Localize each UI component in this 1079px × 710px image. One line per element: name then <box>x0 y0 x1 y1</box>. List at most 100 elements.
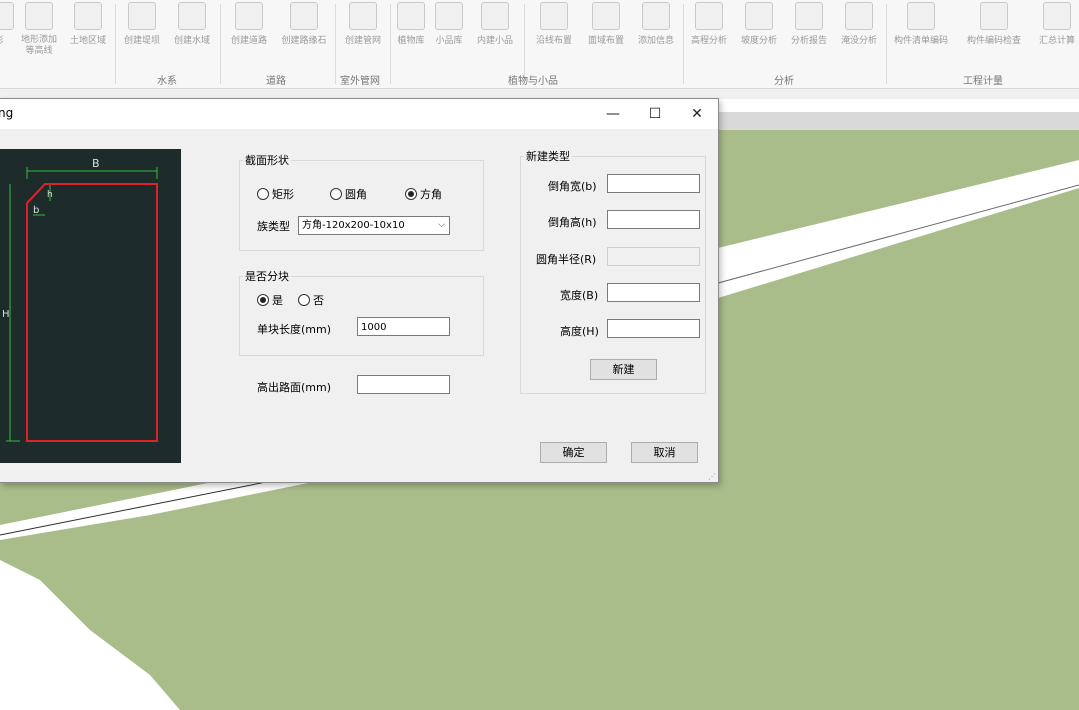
block-group <box>239 276 484 356</box>
ribbon-separator <box>115 4 116 84</box>
plant-library-icon <box>397 2 425 30</box>
block-length-input[interactable]: 1000 <box>357 317 450 336</box>
ribbon-separator <box>335 4 336 84</box>
curb-dialog: ng — ☐ ✕ B h b H 截面形状 矩形 圆角 方角 族类型 方角-12… <box>0 98 719 483</box>
ribbon-button-in-place-feature[interactable]: 内建小品 <box>471 2 519 68</box>
ribbon-button-plant-library[interactable]: 植物库 <box>393 2 429 68</box>
area-layout-icon <box>592 2 620 30</box>
ribbon-button-terrain[interactable]: 形 <box>0 2 14 68</box>
pipe-network-icon <box>349 2 377 30</box>
ribbon-group-quantity: 工程计量 <box>963 76 1003 87</box>
chamfer-width-input[interactable] <box>607 174 700 193</box>
ribbon-button-summary[interactable]: 汇总计算 <box>1034 2 1079 68</box>
block-title: 是否分块 <box>243 268 291 284</box>
dim-label-b-small: b <box>33 205 39 216</box>
ribbon-group-road: 道路 <box>266 76 286 87</box>
contour-icon <box>25 2 53 30</box>
chamfer-height-label: 倒角高(h) <box>548 216 597 229</box>
cancel-button[interactable]: 取消 <box>631 442 698 463</box>
flood-analysis-icon <box>845 2 873 30</box>
embankment-icon <box>128 2 156 30</box>
dialog-titlebar[interactable]: ng — ☐ ✕ <box>0 99 718 129</box>
width-input[interactable] <box>607 283 700 302</box>
height-above-road-label: 高出路面(mm) <box>257 381 332 394</box>
line-layout-icon <box>540 2 568 30</box>
radio-block-yes[interactable]: 是 <box>257 292 283 308</box>
radio-dot <box>298 294 310 306</box>
radio-rect[interactable]: 矩形 <box>257 186 294 202</box>
new-type-button[interactable]: 新建 <box>590 359 657 380</box>
ribbon-toolbar: 形 地形添加等高线 土地区域 创建堤坝 创建水域 水系 创建道路 创建路缘石 道… <box>0 0 1079 89</box>
radio-dot-checked <box>405 188 417 200</box>
radio-block-no[interactable]: 否 <box>298 292 324 308</box>
radio-round[interactable]: 圆角 <box>330 186 367 202</box>
section-shape-title: 截面形状 <box>243 152 291 168</box>
chamfer-width-label: 倒角宽(b) <box>548 180 597 193</box>
ribbon-button-pipe-network[interactable]: 创建管网 <box>339 2 387 68</box>
elevation-analysis-icon <box>695 2 723 30</box>
ribbon-button-road[interactable]: 创建道路 <box>224 2 274 68</box>
ribbon-button-flood-analysis[interactable]: 淹没分析 <box>836 2 882 68</box>
code-check-icon <box>980 2 1008 30</box>
ok-button[interactable]: 确定 <box>540 442 607 463</box>
minimize-button[interactable]: — <box>592 99 634 129</box>
analysis-report-icon <box>795 2 823 30</box>
height-above-road-input[interactable] <box>357 375 450 394</box>
ribbon-group-water: 水系 <box>157 76 177 87</box>
radio-dot-checked <box>257 294 269 306</box>
ribbon-separator <box>390 4 391 84</box>
ribbon-button-area-layout[interactable]: 面域布置 <box>582 2 630 68</box>
radio-dot <box>257 188 269 200</box>
ribbon-separator <box>220 4 221 84</box>
fillet-radius-input[interactable] <box>607 247 700 266</box>
feature-library-icon <box>435 2 463 30</box>
section-preview: B h b H <box>0 149 181 463</box>
section-shape-group <box>239 160 484 251</box>
view-tab-strip <box>718 112 1079 130</box>
ribbon-button-slope-analysis[interactable]: 坡度分析 <box>736 2 782 68</box>
ribbon-button-component-list[interactable]: 构件清单编码 <box>890 2 952 68</box>
ribbon-button-add-info[interactable]: 添加信息 <box>632 2 680 68</box>
dim-label-h: H <box>2 309 10 320</box>
dim-label-b: B <box>92 157 100 170</box>
land-area-icon <box>74 2 102 30</box>
new-type-title: 新建类型 <box>524 148 572 164</box>
radio-chamfer[interactable]: 方角 <box>405 186 442 202</box>
road-icon <box>235 2 263 30</box>
ribbon-button-analysis-report[interactable]: 分析报告 <box>786 2 832 68</box>
ribbon-group-plants: 植物与小品 <box>508 76 558 87</box>
maximize-button[interactable]: ☐ <box>634 99 676 129</box>
dialog-title: ng <box>0 106 14 120</box>
block-length-label: 单块长度(mm) <box>257 323 332 336</box>
ribbon-button-elevation-analysis[interactable]: 高程分析 <box>686 2 732 68</box>
radio-dot <box>330 188 342 200</box>
curb-icon <box>290 2 318 30</box>
ribbon-button-feature-library[interactable]: 小品库 <box>431 2 467 68</box>
family-type-select[interactable]: 方角-120x200-10x10 ⌵ <box>298 216 450 235</box>
slope-analysis-icon <box>745 2 773 30</box>
ribbon-group-outdoor-pipe: 室外管网 <box>340 76 380 87</box>
height-label: 高度(H) <box>560 325 599 338</box>
ribbon-button-land-area[interactable]: 土地区域 <box>65 2 111 68</box>
water-area-icon <box>178 2 206 30</box>
ribbon-button-embankment[interactable]: 创建堤坝 <box>119 2 165 68</box>
ribbon-button-line-layout[interactable]: 沿线布置 <box>530 2 578 68</box>
summary-icon <box>1043 2 1071 30</box>
width-label: 宽度(B) <box>560 289 599 302</box>
ribbon-separator <box>886 4 887 84</box>
ribbon-button-add-contour[interactable]: 地形添加 等高线 <box>16 2 62 68</box>
height-input[interactable] <box>607 319 700 338</box>
close-button[interactable]: ✕ <box>676 99 718 129</box>
ribbon-button-curb[interactable]: 创建路缘石 <box>276 2 332 68</box>
ribbon-group-analysis: 分析 <box>774 76 794 87</box>
chamfer-height-input[interactable] <box>607 210 700 229</box>
in-place-feature-icon <box>481 2 509 30</box>
ribbon-button-water-area[interactable]: 创建水域 <box>169 2 215 68</box>
terrain-icon <box>0 2 14 30</box>
ribbon-button-code-check[interactable]: 构件编码检查 <box>963 2 1025 68</box>
section-drawing: B h b H <box>2 157 158 442</box>
ribbon-separator <box>683 4 684 84</box>
dim-label-h-small: h <box>47 190 53 200</box>
profile-outline <box>26 183 158 442</box>
resize-grip-icon[interactable]: ⋰ <box>708 472 716 481</box>
